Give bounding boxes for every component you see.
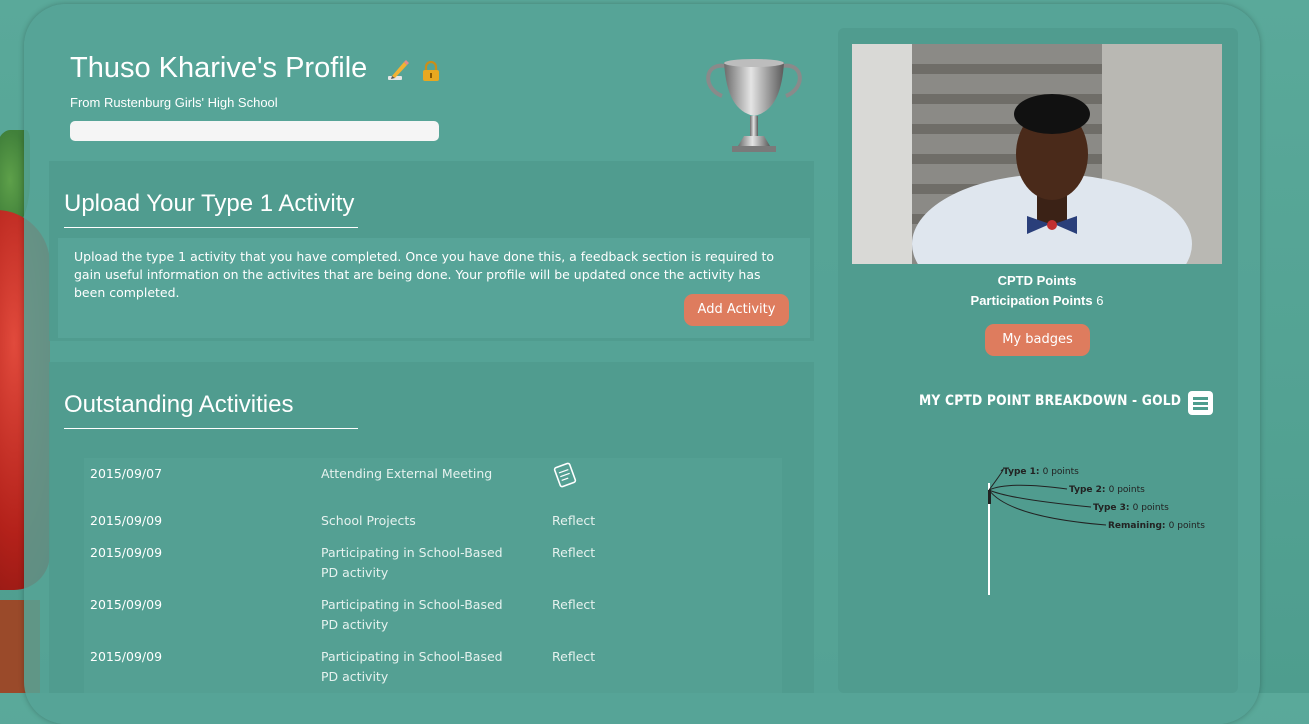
activity-date: 2015/09/09 <box>90 513 163 528</box>
upload-title-underline <box>64 227 358 228</box>
cptd-points-label: CPTD Points <box>997 273 1077 288</box>
participation-points-value: 6 <box>1096 293 1104 308</box>
participation-points: Participation Points 6 <box>852 293 1222 308</box>
activity-name: Participating in School-Based PD activit… <box>321 649 503 684</box>
upload-description: Upload the type 1 activity that you have… <box>74 249 775 300</box>
reflect-link[interactable]: Reflect <box>552 545 595 560</box>
activity-date: 2015/09/09 <box>90 649 163 664</box>
outstanding-title: Outstanding Activities <box>64 391 294 418</box>
my-badges-button[interactable]: My badges <box>985 324 1090 356</box>
outstanding-title-underline <box>64 428 358 429</box>
menu-icon[interactable] <box>1188 391 1213 415</box>
cptd-breakdown-chart: Type 1: 0 points Type 2: 0 points Type 3: … <box>988 467 1205 595</box>
activity-name: School Projects <box>321 513 416 528</box>
note-icon[interactable] <box>552 462 578 488</box>
school-name: From Rustenburg Girls' High School <box>70 95 278 110</box>
lock-icon[interactable] <box>420 60 442 82</box>
chart-leader-line <box>988 484 1068 491</box>
reflect-link[interactable]: Reflect <box>552 513 595 528</box>
activities-table: 2015/09/07 Attending External Meeting 20… <box>84 458 782 693</box>
chart-pie-slice <box>988 490 991 504</box>
pencil-icon[interactable] <box>386 58 410 82</box>
reflect-link[interactable]: Reflect <box>552 649 595 664</box>
page-title: Thuso Kharive's Profile <box>70 52 368 84</box>
participation-points-label: Participation Points <box>970 293 1093 308</box>
activity-date: 2015/09/09 <box>90 597 163 612</box>
activity-name: Participating in School-Based PD activit… <box>321 597 503 632</box>
trophy-icon <box>706 59 802 152</box>
upload-title: Upload Your Type 1 Activity <box>64 190 355 217</box>
profile-photo <box>852 44 1222 264</box>
activity-date: 2015/09/09 <box>90 545 163 560</box>
chart-title: MY CPTD POINT BREAKDOWN - GOLD <box>919 393 1182 409</box>
reflect-link[interactable]: Reflect <box>552 597 595 612</box>
add-activity-button[interactable]: Add Activity <box>684 294 789 326</box>
avatar <box>852 44 1222 264</box>
activity-name: Participating in School-Based PD activit… <box>321 545 503 580</box>
chart-slice-label: Type 2: 0 points <box>1069 485 1145 495</box>
activity-name: Attending External Meeting <box>321 466 493 481</box>
chart-slice-label: Type 3: 0 points <box>1093 503 1169 513</box>
profile-progress-bar <box>70 121 439 141</box>
chart-slice-label: Type 1: 0 points <box>1003 467 1079 477</box>
chart-slice-label: Remaining: 0 points <box>1108 521 1205 531</box>
activity-date: 2015/09/07 <box>90 466 163 481</box>
